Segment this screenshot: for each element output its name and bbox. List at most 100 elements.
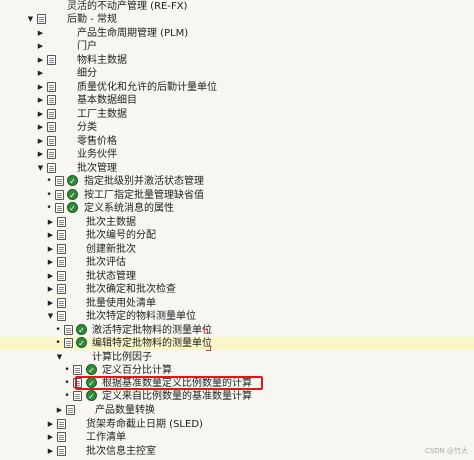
tree-node[interactable]: • ✓ 定义系统消息的属性 [0, 202, 474, 215]
document-icon [57, 419, 66, 429]
tree-node-label: 批次特定的物料测量单位 [86, 311, 196, 322]
tree-node[interactable]: ▶ 工厂主数据 [0, 108, 474, 121]
collapse-arrow-icon[interactable]: ▶ [46, 297, 55, 310]
tree-node[interactable]: • ✓ 按工厂指定批量管理缺省值 [0, 189, 474, 202]
watermark: CSDN @竹大 [424, 447, 468, 455]
tree-node-label: 定义来自比例数量的基准数量计算 [102, 391, 252, 402]
tree-node-label: 批状态管理 [86, 271, 136, 282]
expand-arrow-icon[interactable]: ▼ [36, 162, 45, 175]
collapse-arrow-icon[interactable]: ▶ [36, 54, 45, 67]
document-icon [57, 244, 66, 254]
collapse-arrow-icon[interactable]: ▶ [46, 283, 55, 296]
document-icon [57, 217, 66, 227]
annotation-corner-mark [206, 346, 211, 351]
document-icon [47, 82, 56, 92]
tree-node-label: 门户 [77, 41, 97, 52]
tree-node[interactable]: ▶ 工作清单 [0, 431, 474, 444]
tree-node-label: 定义系统消息的属性 [84, 203, 174, 214]
tree-node[interactable]: • ✓ 指定批级别并激活状态管理 [0, 175, 474, 188]
bullet-icon: • [46, 203, 52, 213]
tree-node-label: 质量优化和允许的后勤计量单位 [77, 82, 217, 93]
tree-node[interactable]: ▶ 创建新批次 [0, 243, 474, 256]
tree-node[interactable]: ▶ 批量使用处清单 [0, 297, 474, 310]
tree-node[interactable]: ▶ 分类 [0, 121, 474, 134]
tree-node[interactable]: ▶ 产品数量转换 [0, 404, 474, 417]
tree-node[interactable]: ▶ 批次主数据 [0, 216, 474, 229]
execute-icon[interactable]: ✓ [76, 337, 87, 348]
tree-node[interactable]: ▼ 批次特定的物料测量单位 [0, 310, 474, 323]
expand-arrow-icon[interactable]: ▼ [26, 13, 35, 26]
document-icon [47, 149, 56, 159]
document-icon [57, 432, 66, 442]
tree-node-label: 批次评估 [86, 257, 126, 268]
tree-node-label: 批次主数据 [86, 217, 136, 228]
tree-node[interactable]: ▶ 批状态管理 [0, 270, 474, 283]
document-icon [37, 14, 46, 24]
execute-icon[interactable]: ✓ [67, 189, 78, 200]
tree-node-label: 货架寿命截止日期 (SLED) [86, 419, 203, 430]
tree-node[interactable]: ▶ 批次确定和批次检查 [0, 283, 474, 296]
collapse-arrow-icon[interactable]: ▶ [46, 216, 55, 229]
tree-node[interactable]: ▶ 基本数据细目 [0, 94, 474, 107]
tree-node[interactable]: ▶ 批次评估 [0, 256, 474, 269]
tree-node[interactable]: ▶ 货架寿命截止日期 (SLED) [0, 418, 474, 431]
document-icon [55, 176, 64, 186]
tree-node[interactable]: ▶ 细分 [0, 67, 474, 80]
tree-node-label: 批次信息主控室 [86, 446, 156, 457]
collapse-arrow-icon[interactable]: ▶ [36, 67, 45, 80]
tree-node-label: 产品生命周期管理 (PLM) [77, 28, 189, 39]
collapse-arrow-icon[interactable]: ▶ [46, 256, 55, 269]
tree-node[interactable]: ▶ 产品生命周期管理 (PLM) [0, 27, 474, 40]
expand-arrow-icon[interactable]: ▼ [55, 351, 64, 364]
tree-node[interactable]: • ✓ 定义来自比例数量的基准数量计算 [0, 390, 474, 403]
collapse-arrow-icon[interactable]: ▶ [55, 404, 64, 417]
collapse-arrow-icon[interactable]: ▶ [46, 431, 55, 444]
tree-node[interactable]: ▶ 批次编号的分配 [0, 229, 474, 242]
execute-icon[interactable]: ✓ [86, 364, 97, 375]
execute-icon[interactable]: ✓ [76, 324, 87, 335]
collapse-arrow-icon[interactable]: ▶ [36, 94, 45, 107]
tree-node[interactable]: ▶ 业务伙伴 [0, 148, 474, 161]
document-icon [64, 325, 73, 335]
collapse-arrow-icon[interactable]: ▶ [46, 445, 55, 458]
tree-node[interactable]: • ✓ 激活特定批物料的测量单位 [0, 324, 474, 337]
tree-node-label: 激活特定批物料的测量单位 [92, 325, 212, 336]
execute-icon[interactable]: ✓ [67, 175, 78, 186]
tree-node-label: 编辑特定批物料的测量单位 [92, 338, 212, 349]
collapse-arrow-icon[interactable]: ▶ [36, 121, 45, 134]
expand-arrow-icon[interactable]: ▼ [46, 310, 55, 323]
document-icon [57, 298, 66, 308]
tree-node[interactable]: ▼ 计算比例因子 [0, 351, 474, 364]
collapse-arrow-icon[interactable]: ▶ [36, 81, 45, 94]
execute-icon[interactable]: ✓ [86, 390, 97, 401]
tree-node[interactable]: ▶ 物料主数据 [0, 54, 474, 67]
tree-node[interactable]: ▼ 后勤 - 常规 [0, 13, 474, 26]
document-icon [57, 446, 66, 456]
customizing-tree: 灵活的不动产管理 (RE-FX) ▼ 后勤 - 常规 ▶ 产品生命周期管理 (P… [0, 0, 474, 460]
tree-node[interactable]: ▶ 零售价格 [0, 135, 474, 148]
document-icon [57, 311, 66, 321]
collapse-arrow-icon[interactable]: ▶ [36, 135, 45, 148]
execute-icon[interactable]: ✓ [67, 202, 78, 213]
collapse-arrow-icon[interactable]: ▶ [46, 243, 55, 256]
collapse-arrow-icon[interactable]: ▶ [36, 108, 45, 121]
tree-node-label: 灵活的不动产管理 (RE-FX) [67, 1, 188, 12]
tree-node[interactable]: ▼ 批次管理 [0, 162, 474, 175]
tree-node[interactable]: 灵活的不动产管理 (RE-FX) [0, 0, 474, 13]
document-icon [66, 405, 75, 415]
tree-node-label: 批次管理 [77, 163, 117, 174]
document-icon [57, 257, 66, 267]
tree-node-selected[interactable]: • ✓ 编辑特定批物料的测量单位 [0, 337, 474, 350]
document-icon [55, 190, 64, 200]
collapse-arrow-icon[interactable]: ▶ [46, 418, 55, 431]
tree-node[interactable]: ▶ 质量优化和允许的后勤计量单位 [0, 81, 474, 94]
tree-node[interactable]: ▶ 门户 [0, 40, 474, 53]
collapse-arrow-icon[interactable]: ▶ [46, 270, 55, 283]
collapse-arrow-icon[interactable]: ▶ [36, 40, 45, 53]
tree-node-label: 物料主数据 [77, 55, 127, 66]
collapse-arrow-icon[interactable]: ▶ [36, 27, 45, 40]
bullet-icon: • [64, 365, 70, 375]
collapse-arrow-icon[interactable]: ▶ [36, 148, 45, 161]
tree-node[interactable]: ▶ 批次信息主控室 [0, 445, 474, 458]
collapse-arrow-icon[interactable]: ▶ [46, 229, 55, 242]
